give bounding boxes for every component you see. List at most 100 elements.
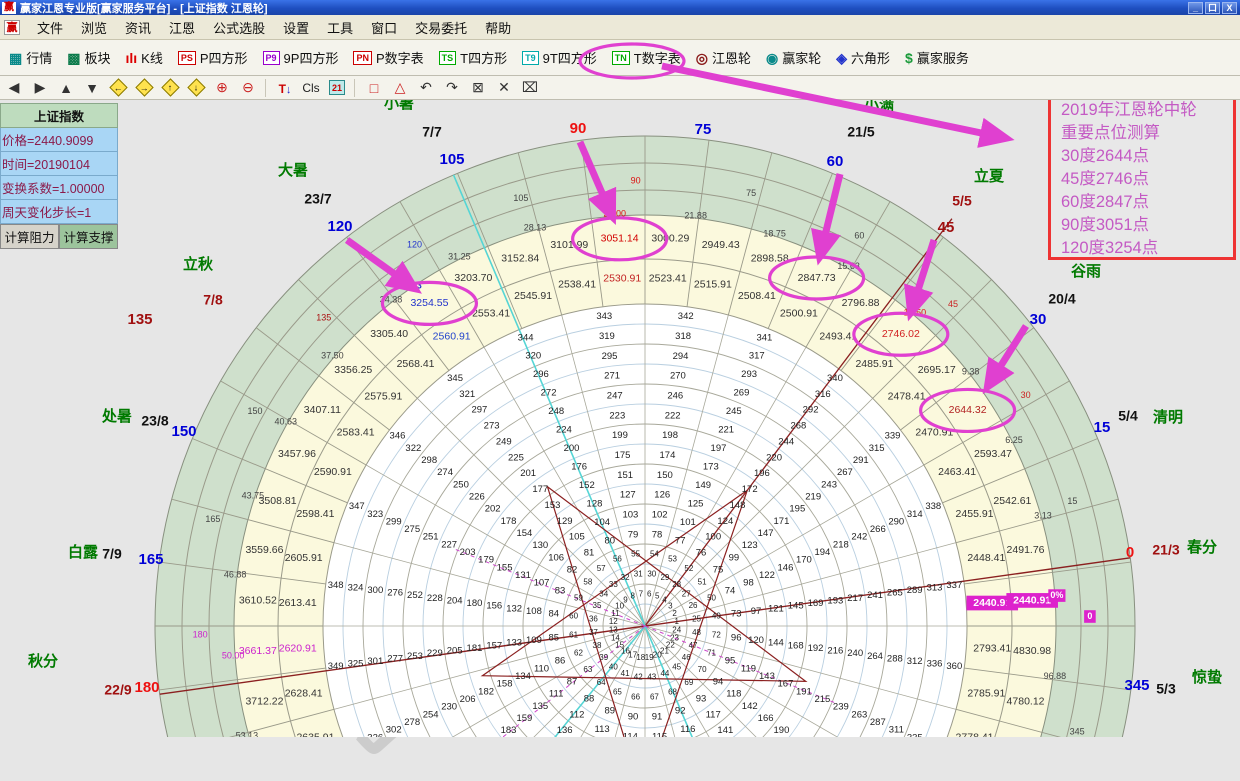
t9-icon: T9	[522, 51, 539, 65]
table-grid-icon: ▦	[9, 51, 22, 65]
menu-item-工具[interactable]: 工具	[318, 15, 362, 40]
toolbar-button-service[interactable]: $赢家服务	[899, 44, 975, 71]
calc-resistance-button[interactable]: 计算阻力	[0, 224, 59, 249]
toolbar-button-t-table[interactable]: TNT数字表	[606, 44, 687, 71]
menu-item-窗口[interactable]: 窗口	[362, 15, 406, 40]
toolbar-button-hexagon[interactable]: ◈六角形	[830, 44, 896, 71]
toolbar-button-winner-wheel[interactable]: ◉赢家轮	[760, 44, 827, 71]
arc-cw-icon[interactable]: ↷	[440, 78, 464, 98]
svg-text:254: 254	[423, 709, 439, 720]
toolbar-button-p-table[interactable]: PNP数字表	[347, 44, 429, 71]
clear-drawings-icon[interactable]: ⌧	[518, 78, 542, 98]
svg-text:296: 296	[533, 369, 549, 380]
svg-text:130: 130	[532, 540, 548, 551]
cls-button[interactable]: Cls	[299, 78, 323, 98]
toolbar-button-quotes[interactable]: ▦行情	[3, 44, 58, 71]
svg-text:5/5: 5/5	[952, 193, 972, 209]
svg-text:72: 72	[712, 631, 721, 640]
zoom-out-icon[interactable]: ⊖	[236, 78, 260, 98]
svg-text:2746.02: 2746.02	[882, 328, 920, 340]
calendar-icon[interactable]: 21	[325, 78, 349, 98]
menu-item-资讯[interactable]: 资讯	[116, 15, 160, 40]
toolbar-button-gann-wheel[interactable]: ◎江恩轮	[690, 44, 757, 71]
svg-text:335: 335	[907, 732, 923, 737]
svg-text:37: 37	[589, 628, 598, 637]
toolbar-button-9t-square[interactable]: T99T四方形	[516, 44, 603, 71]
svg-text:341: 341	[756, 332, 772, 343]
nav-up-icon[interactable]: ▲	[54, 78, 78, 98]
svg-text:298: 298	[421, 455, 437, 466]
close-icon[interactable]: X	[1222, 2, 1237, 14]
toolbar-button-p-square[interactable]: PSP四方形	[172, 44, 254, 71]
svg-text:83: 83	[555, 585, 566, 596]
nav-down-icon[interactable]: ▼	[80, 78, 104, 98]
svg-text:225: 225	[508, 452, 524, 463]
svg-text:0%: 0%	[1050, 590, 1063, 600]
svg-text:23/7: 23/7	[304, 191, 331, 207]
svg-text:45: 45	[948, 299, 958, 309]
maximize-icon[interactable]: 口	[1205, 2, 1220, 14]
svg-text:345: 345	[1124, 677, 1149, 694]
svg-text:159: 159	[516, 713, 532, 724]
menu-item-文件[interactable]: 文件	[28, 15, 72, 40]
svg-text:244: 244	[778, 436, 794, 447]
svg-text:204: 204	[447, 595, 463, 606]
toolbar-button-label: K线	[141, 48, 163, 67]
svg-text:289: 289	[907, 585, 923, 596]
svg-text:2695.17: 2695.17	[918, 364, 956, 376]
svg-text:3051.14: 3051.14	[601, 233, 639, 245]
calc-support-button[interactable]: 计算支撑	[59, 224, 118, 249]
fit-window-icon[interactable]: ⊠	[466, 78, 490, 98]
svg-text:199: 199	[612, 430, 628, 441]
svg-text:202: 202	[485, 504, 501, 515]
menu-item-公式选股[interactable]: 公式选股	[204, 15, 274, 40]
svg-text:50: 50	[707, 594, 716, 603]
svg-text:43: 43	[647, 673, 656, 682]
price-axis-icon[interactable]: T↓	[273, 78, 297, 98]
svg-text:325: 325	[348, 659, 364, 670]
pan-down-icon[interactable]: ↓	[184, 78, 208, 98]
svg-text:5: 5	[655, 592, 660, 601]
resize-icon[interactable]: ✕	[492, 78, 516, 98]
zoom-in-icon[interactable]: ⊕	[210, 78, 234, 98]
svg-text:312: 312	[907, 656, 923, 667]
menu-item-设置[interactable]: 设置	[274, 15, 318, 40]
svg-text:21/5: 21/5	[847, 124, 874, 140]
toolbar-button-9p-square[interactable]: P99P四方形	[257, 44, 345, 71]
rect-tool-icon[interactable]: □	[362, 78, 386, 98]
toolbar-button-label: 9P四方形	[284, 48, 339, 67]
toolbar-button-sectors[interactable]: ▩板块	[61, 44, 116, 71]
triangle-tool-icon[interactable]: △	[388, 78, 412, 98]
svg-text:3.13: 3.13	[1034, 510, 1052, 520]
svg-text:15: 15	[1067, 496, 1077, 506]
svg-text:270: 270	[670, 371, 686, 382]
menu-item-浏览[interactable]: 浏览	[72, 15, 116, 40]
arc-ccw-icon[interactable]: ↶	[414, 78, 438, 98]
menu-item-江恩[interactable]: 江恩	[160, 15, 204, 40]
pan-left-icon[interactable]: ←	[106, 78, 130, 98]
pan-up-icon[interactable]: ↑	[158, 78, 182, 98]
menu-item-帮助[interactable]: 帮助	[476, 15, 520, 40]
svg-text:37.50: 37.50	[321, 351, 344, 361]
nav-prev-icon[interactable]: ◀	[2, 78, 26, 98]
svg-text:3305.40: 3305.40	[370, 328, 408, 340]
minimize-icon[interactable]: _	[1188, 2, 1203, 14]
tn-icon: TN	[612, 51, 630, 65]
toolbar-button-t-square[interactable]: TST四方形	[433, 44, 513, 71]
toolbar-button-kline[interactable]: ılıK线	[120, 44, 169, 71]
pan-right-icon[interactable]: →	[132, 78, 156, 98]
nav-next-icon[interactable]: ▶	[28, 78, 52, 98]
symbol-info-panel: 上证指数 价格=2440.9099时间=20190104变换系数=1.00000…	[0, 103, 118, 249]
svg-text:111: 111	[549, 689, 563, 700]
svg-text:2568.41: 2568.41	[397, 358, 435, 370]
svg-text:264: 264	[867, 651, 883, 662]
svg-text:2590.91: 2590.91	[314, 466, 352, 478]
svg-text:174: 174	[660, 450, 676, 461]
svg-text:7/7: 7/7	[422, 124, 442, 140]
svg-text:21.88: 21.88	[684, 210, 707, 220]
svg-text:3457.96: 3457.96	[278, 448, 316, 460]
toolbar-button-label: P数字表	[376, 48, 424, 67]
svg-text:87: 87	[567, 677, 578, 688]
menu-item-交易委托[interactable]: 交易委托	[406, 15, 476, 40]
svg-text:322: 322	[405, 443, 421, 454]
